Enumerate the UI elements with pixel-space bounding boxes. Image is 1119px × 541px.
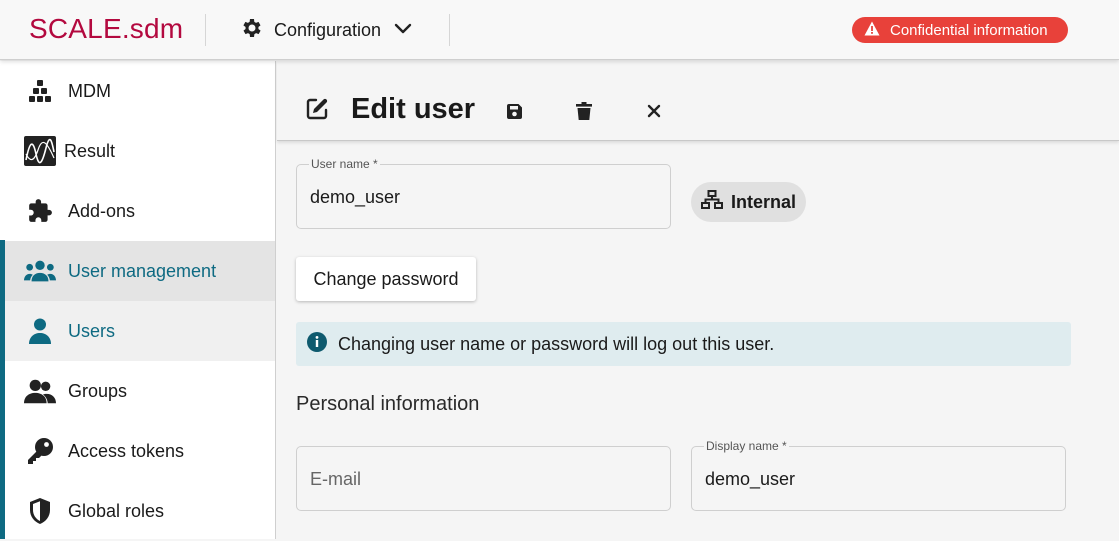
internal-chip: Internal bbox=[691, 182, 806, 222]
sidebar-active-indicator bbox=[0, 240, 5, 539]
username-field: User name * bbox=[296, 157, 671, 229]
display-name-label: Display name * bbox=[704, 439, 789, 453]
sidebar-item-label: Add-ons bbox=[68, 200, 136, 221]
hierarchy-icon bbox=[24, 75, 56, 107]
change-password-button[interactable]: Change password bbox=[296, 257, 476, 301]
username-label: User name * bbox=[309, 157, 380, 171]
sidebar-item-label: Groups bbox=[68, 380, 128, 401]
display-name-field: Display name * bbox=[691, 439, 1066, 511]
header-divider bbox=[205, 14, 206, 46]
email-input[interactable] bbox=[310, 469, 628, 490]
confidential-badge: Confidential information bbox=[852, 17, 1068, 43]
sidebar: MDM Result Add-ons User management Users… bbox=[0, 61, 276, 539]
page-title: Edit user bbox=[351, 93, 476, 125]
sidebar-item-label: Users bbox=[68, 320, 116, 341]
result-chart-icon bbox=[24, 135, 56, 167]
sidebar-item-user-management[interactable]: User management bbox=[0, 241, 275, 301]
save-icon bbox=[506, 103, 522, 119]
sidebar-item-access-tokens[interactable]: Access tokens bbox=[0, 421, 275, 481]
info-icon bbox=[306, 331, 328, 358]
sidebar-item-label: Access tokens bbox=[68, 440, 185, 461]
key-icon bbox=[24, 435, 56, 467]
shield-icon bbox=[24, 495, 56, 527]
header-divider bbox=[449, 14, 450, 46]
edit-icon bbox=[305, 97, 329, 126]
sidebar-item-users[interactable]: Users bbox=[0, 301, 275, 361]
puzzle-icon bbox=[24, 195, 56, 227]
trash-icon bbox=[576, 101, 592, 120]
configuration-menu[interactable]: Configuration bbox=[240, 16, 413, 44]
info-text: Changing user name or password will log … bbox=[338, 333, 775, 354]
groups-icon bbox=[24, 375, 56, 407]
chip-label: Internal bbox=[731, 191, 797, 212]
close-icon bbox=[647, 104, 661, 118]
app-logo[interactable]: SCALE.sdm bbox=[29, 13, 183, 45]
sidebar-item-global-roles[interactable]: Global roles bbox=[0, 481, 275, 541]
user-icon bbox=[24, 315, 56, 347]
sidebar-item-result[interactable]: Result bbox=[0, 121, 275, 181]
main-content: Edit user User name * demo_user Internal… bbox=[277, 61, 1119, 539]
email-field bbox=[296, 446, 671, 511]
warning-icon bbox=[864, 21, 880, 40]
username-input[interactable] bbox=[310, 187, 628, 208]
sidebar-item-label: Global roles bbox=[68, 500, 165, 521]
chevron-down-icon bbox=[393, 18, 413, 43]
sidebar-item-label: User management bbox=[68, 260, 217, 281]
sidebar-item-label: MDM bbox=[68, 80, 111, 101]
sidebar-item-mdm[interactable]: MDM bbox=[0, 61, 275, 121]
sidebar-item-add-ons[interactable]: Add-ons bbox=[0, 181, 275, 241]
app-header: SCALE.sdm Configuration Confidential inf… bbox=[0, 0, 1119, 60]
network-icon bbox=[701, 189, 723, 215]
sidebar-item-label: Result bbox=[64, 140, 116, 161]
display-name-input[interactable] bbox=[705, 469, 1023, 490]
section-title: Personal information bbox=[296, 393, 480, 415]
sidebar-item-groups[interactable]: Groups bbox=[0, 361, 275, 421]
badge-text: Confidential information bbox=[890, 21, 1048, 39]
delete-button[interactable] bbox=[572, 99, 596, 123]
edit-toolbar: Edit user bbox=[277, 61, 1119, 141]
info-banner: Changing user name or password will log … bbox=[296, 322, 1071, 366]
gear-icon bbox=[240, 16, 264, 45]
close-button[interactable] bbox=[642, 99, 666, 123]
save-button[interactable] bbox=[502, 99, 526, 123]
configuration-label: Configuration bbox=[274, 19, 382, 40]
users-group-icon bbox=[24, 255, 56, 287]
